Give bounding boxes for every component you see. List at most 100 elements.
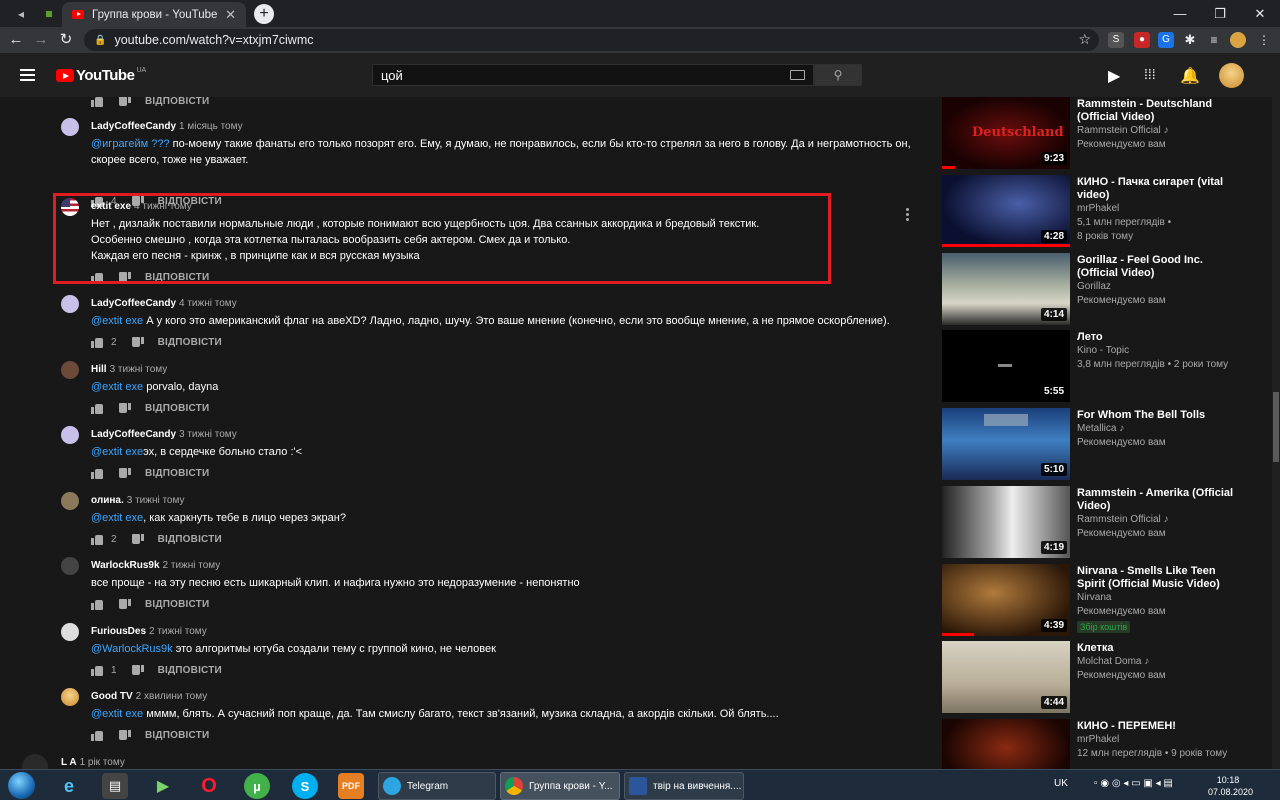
video-thumbnail[interactable]: 4:14 bbox=[942, 253, 1070, 325]
channel-name[interactable]: Rammstein Official ♪ bbox=[1077, 513, 1169, 527]
video-title[interactable]: КИНО - ПЕРЕМЕН! bbox=[1077, 720, 1237, 733]
new-tab-button[interactable]: + bbox=[254, 4, 274, 24]
dislike-icon[interactable] bbox=[118, 599, 131, 610]
taskbar-word[interactable]: твір на вивчення.... bbox=[624, 772, 744, 800]
player-icon[interactable]: ▶ bbox=[150, 773, 176, 799]
recommendation-item[interactable]: 5:10 For Whom The Bell Tolls Metallica ♪… bbox=[942, 408, 1272, 480]
video-thumbnail[interactable]: 5:55 bbox=[942, 330, 1070, 402]
comment-author[interactable]: Good TV 2 хвилини тому bbox=[91, 691, 207, 702]
comment-more-icon[interactable] bbox=[906, 208, 910, 223]
create-video-icon[interactable]: ▶ bbox=[1108, 66, 1120, 86]
taskbar-telegram[interactable]: Telegram bbox=[378, 772, 496, 800]
puzzle-ext-icon[interactable]: ✱ bbox=[1182, 32, 1198, 48]
avatar[interactable] bbox=[61, 557, 79, 575]
avatar[interactable] bbox=[22, 754, 48, 769]
comment-author[interactable]: FuriousDes 2 тижні тому bbox=[91, 626, 207, 637]
comment-author[interactable]: WarlockRus9k 2 тижні тому bbox=[91, 560, 220, 571]
chrome-menu-icon[interactable]: ⋮ bbox=[1256, 32, 1272, 48]
avatar[interactable] bbox=[61, 688, 79, 706]
tab-youtube[interactable]: Группа крови - YouTube ✕ bbox=[62, 2, 246, 27]
recommendation-item[interactable]: 4:28 КИНО - Пачка сигарет (vital video) … bbox=[942, 175, 1272, 247]
recommendation-item[interactable]: 5:55 Лето Kino - Topic 3,8 млн перегляді… bbox=[942, 330, 1272, 402]
adblock-ext-icon[interactable]: ● bbox=[1134, 32, 1150, 48]
comment-author[interactable]: LadyCoffeeCandy 4 тижні тому bbox=[91, 298, 237, 309]
search-button[interactable]: ⚲ bbox=[814, 64, 862, 86]
pinned-tab-audio[interactable]: ◂ bbox=[8, 2, 34, 26]
dislike-icon[interactable] bbox=[118, 730, 131, 741]
recommendation-item[interactable]: 4:44 Клетка Molchat Doma ♪ Рекомендуємо … bbox=[942, 641, 1272, 713]
address-bar[interactable]: 🔒 youtube.com/watch?v=xtxjm7ciwmc ☆ bbox=[84, 29, 1099, 51]
like-icon[interactable] bbox=[91, 665, 104, 676]
recommendation-item[interactable]: 4:39 Nirvana - Smells Like Teen Spirit (… bbox=[942, 564, 1272, 636]
video-thumbnail[interactable]: 4:39 bbox=[942, 564, 1070, 636]
reply-button[interactable]: ВІДПОВІСТИ bbox=[145, 730, 209, 741]
comment-author[interactable]: LadyCoffeeCandy 1 місяць тому bbox=[91, 121, 243, 132]
translate-ext-icon[interactable]: G bbox=[1158, 32, 1174, 48]
minimize-button[interactable]: — bbox=[1160, 0, 1200, 27]
channel-name[interactable]: Metallica ♪ bbox=[1077, 422, 1124, 436]
like-icon[interactable] bbox=[91, 337, 104, 348]
like-icon[interactable] bbox=[91, 97, 104, 107]
mention-link[interactable]: @игрaгейм ??? bbox=[91, 138, 170, 150]
reload-button[interactable]: ↻ bbox=[56, 30, 76, 50]
tab-close-icon[interactable]: ✕ bbox=[225, 7, 236, 23]
skype-ext-icon[interactable]: S bbox=[1108, 32, 1124, 48]
reply-button[interactable]: ВІДПОВІСТИ bbox=[158, 337, 222, 348]
reply-button[interactable]: ВІДПОВІСТИ bbox=[145, 403, 209, 414]
avatar[interactable] bbox=[61, 295, 79, 313]
utorrent-icon[interactable]: µ bbox=[244, 773, 270, 799]
comment-time[interactable]: 2 тижні тому bbox=[163, 560, 221, 571]
comment-time[interactable]: 3 тижні тому bbox=[110, 364, 168, 375]
channel-name[interactable]: Rammstein Official ♪ bbox=[1077, 124, 1169, 138]
pdf-icon[interactable]: PDF bbox=[338, 773, 364, 799]
avatar[interactable] bbox=[61, 426, 79, 444]
skype-icon[interactable]: S bbox=[292, 773, 318, 799]
dislike-icon[interactable] bbox=[118, 97, 131, 107]
search-input[interactable]: цой bbox=[372, 64, 814, 86]
video-thumbnail[interactable]: 5:10 bbox=[942, 408, 1070, 480]
comment-time[interactable]: 4 тижні тому bbox=[179, 298, 237, 309]
video-title[interactable]: Rammstein - Deutschland (Official Video) bbox=[1077, 98, 1237, 124]
avatar[interactable] bbox=[61, 361, 79, 379]
video-title[interactable]: КИНО - Пачка сигарет (vital video) bbox=[1077, 176, 1237, 202]
dislike-icon[interactable] bbox=[131, 337, 144, 348]
taskbar-chrome[interactable]: Группа крови - Y... bbox=[500, 772, 620, 800]
media-icon[interactable]: ▤ bbox=[102, 773, 128, 799]
keyboard-icon[interactable] bbox=[790, 70, 805, 80]
video-title[interactable]: Nirvana - Smells Like Teen Spirit (Offic… bbox=[1077, 565, 1237, 591]
forward-button[interactable]: → bbox=[31, 30, 51, 50]
profile-avatar-icon[interactable] bbox=[1230, 32, 1246, 48]
video-thumbnail[interactable]: Deutschland 9:23 bbox=[942, 97, 1070, 169]
system-clock[interactable]: 10:18 07.08.2020 bbox=[1208, 774, 1253, 798]
avatar[interactable] bbox=[61, 118, 79, 136]
comment-author[interactable]: LadyCoffeeCandy 3 тижні тому bbox=[91, 429, 237, 440]
recommendation-item[interactable]: КИНО - ПЕРЕМЕН! mrPhakel 12 млн перегляд… bbox=[942, 719, 1272, 769]
avatar[interactable] bbox=[61, 492, 79, 510]
mention-link[interactable]: @extit exe bbox=[91, 381, 143, 393]
comment-author[interactable]: Hill 3 тижні тому bbox=[91, 364, 167, 375]
video-thumbnail[interactable]: 4:28 bbox=[942, 175, 1070, 247]
comment-time[interactable]: 2 хвилини тому bbox=[136, 691, 208, 702]
like-icon[interactable] bbox=[91, 730, 104, 741]
channel-name[interactable]: Gorillaz bbox=[1077, 280, 1111, 294]
reply-button[interactable]: ВІДПОВІСТИ bbox=[158, 534, 222, 545]
scrollbar-thumb[interactable] bbox=[1273, 392, 1279, 462]
comment-author[interactable]: олина. 3 тижні тому bbox=[91, 495, 184, 506]
dislike-icon[interactable] bbox=[118, 403, 131, 414]
like-icon[interactable] bbox=[91, 403, 104, 414]
reply-button[interactable]: ВІДПОВІСТИ bbox=[145, 468, 209, 479]
menu-hamburger-icon[interactable] bbox=[20, 69, 35, 81]
close-window-button[interactable]: ✕ bbox=[1240, 0, 1280, 27]
reply-button[interactable]: ВІДПОВІСТИ bbox=[158, 665, 222, 676]
maximize-button[interactable]: ❐ bbox=[1200, 0, 1240, 27]
channel-name[interactable]: Nirvana bbox=[1077, 591, 1111, 605]
mention-link[interactable]: @extit exe bbox=[91, 512, 143, 524]
tray-icons[interactable]: ▫ ◉ ◎ ◂ ▭ ▣ ◂ ▤ bbox=[1094, 778, 1173, 789]
pinned-tab-app[interactable] bbox=[36, 2, 62, 26]
mention-link[interactable]: @WarlockRus9k bbox=[91, 643, 173, 655]
channel-name[interactable]: Kino - Topic bbox=[1077, 344, 1129, 358]
channel-name[interactable]: mrPhakel bbox=[1077, 733, 1119, 747]
channel-name[interactable]: mrPhakel bbox=[1077, 202, 1119, 216]
opera-icon[interactable]: O bbox=[196, 773, 222, 799]
video-thumbnail[interactable]: 4:19 bbox=[942, 486, 1070, 558]
